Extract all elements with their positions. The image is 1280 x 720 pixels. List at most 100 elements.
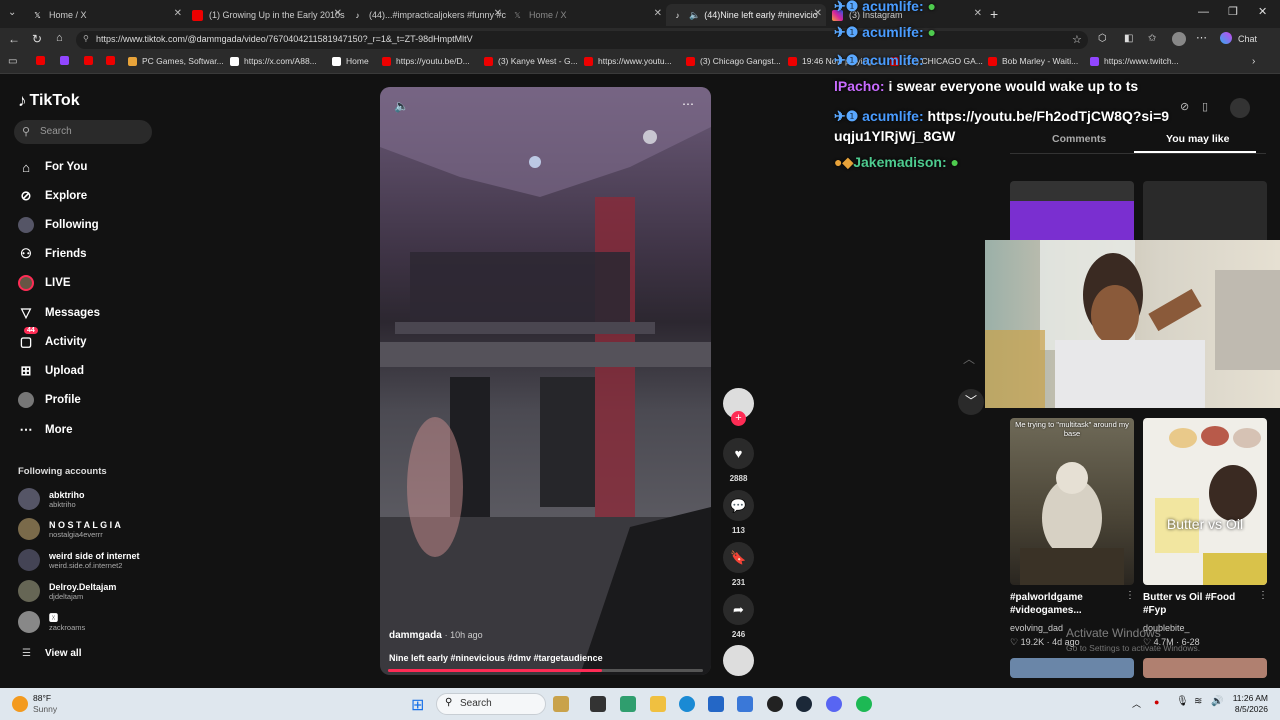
wifi-icon[interactable]: ≋ (1194, 696, 1202, 707)
window-close-icon[interactable]: ✕ (1258, 5, 1267, 18)
edge-icon[interactable] (679, 696, 695, 712)
nav-messages[interactable]: ▽ Messages (18, 305, 100, 321)
following-account[interactable]: abktriho abktriho (18, 488, 85, 510)
tab-tiktok-jokers[interactable]: ♪ (44)...#impracticaljokers #funny #c ✕ (346, 4, 507, 26)
nav-activity[interactable]: ▢ 44 Activity (18, 327, 87, 350)
file-explorer-icon[interactable] (650, 696, 666, 712)
tab-tiktok-active[interactable]: ♪ 🔈 (44)Nine left early #ninevicio ✕ (666, 4, 826, 26)
clock[interactable]: 11:26 AM 8/5/2026 (1226, 693, 1268, 715)
calculator-icon[interactable] (708, 696, 724, 712)
tab-actions-chevron-icon[interactable]: ⌄ (8, 7, 16, 18)
discord-icon[interactable] (826, 696, 842, 712)
bookmark-item[interactable]: PC Games, Softwar... (128, 56, 224, 66)
bookmark-item[interactable]: https://x.com/A88... (230, 56, 317, 66)
more-menu-icon[interactable]: ⋯ (1196, 31, 1207, 44)
bookmark-item[interactable]: Bob Marley - Waiti... (988, 56, 1078, 66)
favorite-star-icon[interactable]: ☆ (1072, 33, 1082, 46)
nav-live[interactable]: LIVE (18, 275, 71, 291)
tray-chevron-up-icon[interactable]: ︿ (1132, 697, 1141, 710)
terminal-icon[interactable] (590, 696, 606, 712)
follow-plus-icon[interactable]: + (731, 411, 746, 426)
bookmark-item[interactable]: (3) Kanye West - G... (484, 56, 578, 66)
music-disc[interactable] (723, 645, 754, 676)
video-player[interactable]: 🔈 ⋯ dammgada · 10h ago Nine left early #… (380, 87, 711, 675)
extension-icon[interactable]: ⬡ (1098, 33, 1107, 44)
recommended-video-card[interactable]: Butter vs Oil (1143, 418, 1267, 585)
back-arrow-icon[interactable]: ← (8, 32, 20, 46)
maximize-icon[interactable]: ❐ (1228, 5, 1238, 18)
spotify-icon[interactable] (856, 696, 872, 712)
close-icon[interactable]: ✕ (334, 8, 342, 19)
microphone-icon[interactable]: 🎙 (1176, 696, 1189, 707)
bookmark-youtube[interactable] (36, 56, 50, 65)
close-icon[interactable]: ✕ (654, 8, 662, 19)
nav-for-you[interactable]: ⌂ For You (18, 159, 87, 175)
bookmark-item[interactable]: https://www.youtu... (584, 56, 672, 66)
panel-avatar[interactable] (1230, 98, 1250, 118)
close-icon[interactable]: ✕ (494, 8, 502, 19)
search-input[interactable]: ⚲ Search (14, 120, 152, 144)
close-icon[interactable]: ✕ (174, 8, 182, 19)
close-icon[interactable]: ✕ (814, 8, 822, 19)
new-tab-plus-icon[interactable]: + (990, 6, 998, 22)
outlook-icon[interactable] (737, 696, 753, 712)
close-icon[interactable]: ✕ (974, 8, 982, 19)
following-account[interactable]: weird side of internet weird.side.of.inte… (18, 549, 140, 571)
nav-upload[interactable]: ⊞ Upload (18, 363, 84, 379)
favorites-icon[interactable]: ✩ (1148, 33, 1156, 44)
bookmark-item[interactable]: https://www.twitch... (1090, 56, 1179, 66)
taskbar-search[interactable]: ⚲ Search (436, 693, 546, 715)
tiktok-logo[interactable]: ♪ TikTok (18, 91, 80, 111)
card-more-icon[interactable]: ⋮ (1258, 590, 1268, 601)
following-account[interactable]: 🆇zackroams (18, 611, 85, 633)
nav-more[interactable]: ⋯ More (18, 422, 73, 438)
panel-link-icon[interactable]: ⊘ (1180, 100, 1189, 113)
url-field[interactable]: ⚲ https://www.tiktok.com/@dammgada/video… (76, 31, 1088, 49)
bookmarks-overflow-chevron-icon[interactable]: › (1252, 56, 1255, 67)
card-more-icon[interactable]: ⋮ (1125, 590, 1135, 601)
comment-button[interactable]: 💬 (723, 490, 754, 521)
like-button[interactable]: ♥ (723, 438, 754, 469)
next-video-chevron-down-icon[interactable]: ﹀ (958, 389, 984, 415)
panel-phone-icon[interactable]: ▯ (1202, 100, 1208, 113)
video-progress-bar[interactable] (388, 669, 703, 672)
previous-video-chevron-up-icon[interactable]: ︿ (963, 350, 975, 367)
bookmark-twitch[interactable] (60, 56, 74, 65)
tab-home-x-1[interactable]: 𝕏 Home / X ✕ (26, 4, 186, 26)
nav-following[interactable]: Following (18, 217, 99, 233)
site-info-icon[interactable]: ⚲ (83, 34, 89, 43)
bookmarks-menu-icon[interactable]: ▭ (8, 56, 17, 67)
profile-avatar[interactable] (1172, 32, 1186, 46)
recommended-author[interactable]: evolving_dad (1010, 623, 1063, 633)
bookmark-youtube-3[interactable] (106, 56, 120, 65)
recommended-thumbnail[interactable] (1143, 658, 1267, 678)
store-icon[interactable] (620, 696, 636, 712)
split-screen-icon[interactable]: ◧ (1124, 33, 1133, 44)
nav-explore[interactable]: ⊘ Explore (18, 188, 88, 204)
minimize-icon[interactable]: — (1198, 6, 1209, 18)
reload-icon[interactable]: ↻ (32, 32, 42, 46)
share-button[interactable]: ➦ (723, 594, 754, 625)
save-button[interactable]: 🔖 (723, 542, 754, 573)
task-view-icon[interactable] (553, 696, 569, 712)
tab-you-may-like[interactable]: You may like (1166, 133, 1229, 145)
video-author[interactable]: dammgada (389, 630, 442, 641)
steam-icon[interactable] (796, 696, 812, 712)
home-icon[interactable]: ⌂ (56, 32, 63, 44)
nav-friends[interactable]: ⚇ Friends (18, 246, 86, 262)
tray-app-icon[interactable]: ● (1154, 697, 1159, 707)
following-account[interactable]: Delroy.Deltajam djdeltajam (18, 580, 116, 602)
bookmark-youtube-2[interactable] (84, 56, 98, 65)
app-icon[interactable] (767, 696, 783, 712)
bookmark-item[interactable]: Home (332, 56, 369, 66)
bookmark-item[interactable]: https://youtu.be/D... (382, 56, 470, 66)
volume-icon[interactable]: 🔊 (1211, 696, 1223, 707)
tab-youtube[interactable]: (1) Growing Up in the Early 2010s ✕ (186, 4, 346, 26)
recommended-caption[interactable]: Butter vs Oil #Food #Fyp (1143, 591, 1258, 617)
following-account[interactable]: N O S T A L G I Anostalgia4everrr (18, 518, 121, 540)
video-more-icon[interactable]: ⋯ (682, 97, 694, 111)
nav-profile[interactable]: Profile (18, 392, 81, 408)
recommended-video-card[interactable]: Me trying to "multitask" around my base (1010, 418, 1134, 585)
tab-home-x-2[interactable]: 𝕏 Home / X ✕ (506, 4, 666, 26)
recommended-caption[interactable]: #palworldgame #videogames... (1010, 591, 1125, 617)
